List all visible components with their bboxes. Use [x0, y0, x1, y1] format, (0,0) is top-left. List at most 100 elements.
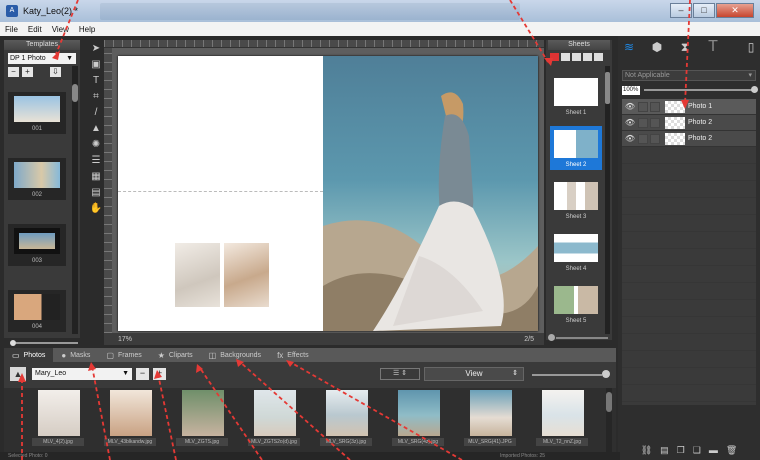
lock-box[interactable] [638, 101, 648, 112]
layer-row[interactable]: 👁 Photo 1 [622, 99, 756, 115]
crop-frame-tool-icon[interactable]: ▣ [88, 58, 104, 72]
stack-icon[interactable]: ❑ [693, 445, 701, 456]
layers-icon[interactable]: ≋ [622, 40, 636, 54]
zoom-level[interactable]: 17% [118, 336, 132, 343]
pen-tool-icon[interactable]: / [88, 106, 104, 120]
link-icon[interactable]: ⛓ [641, 445, 652, 456]
stamp-tool-icon[interactable]: ▲ [88, 122, 104, 136]
photo-thumb[interactable]: MLV_ZGTS2o(d).jpg [238, 390, 302, 446]
view-select[interactable]: View ⇕ [424, 367, 524, 381]
sheets-scrollbar[interactable] [605, 66, 610, 334]
cube-icon[interactable]: ⬢ [650, 40, 664, 54]
sheet-icon[interactable]: ▤ [660, 445, 669, 456]
sheet-item[interactable]: Sheet 4 [550, 230, 602, 274]
paste-sheet-icon[interactable] [583, 53, 592, 61]
sun-tool-icon[interactable]: ✺ [88, 138, 104, 152]
copy-icon[interactable]: ❐ [677, 445, 685, 456]
add-template-button[interactable]: + [22, 67, 33, 77]
photo-thumb[interactable]: MLV_SRG(41).JPG [454, 390, 518, 446]
duplicate-sheet-icon[interactable] [561, 53, 570, 61]
eye-icon[interactable]: 👁 [622, 118, 638, 127]
link-box[interactable] [650, 117, 660, 128]
template-item[interactable]: 003 [8, 224, 66, 266]
tab-label: Backgrounds [220, 351, 262, 359]
tab-cliparts[interactable]: ★ Cliparts [150, 348, 201, 362]
album-select[interactable]: Mary_Leo ▼ [32, 368, 132, 380]
photo-thumb[interactable]: MLV_ZGTS.jpg [166, 390, 230, 446]
layout-tool-icon[interactable]: ▤ [88, 186, 104, 200]
trash-icon[interactable]: 🗑 [726, 445, 737, 456]
eye-icon[interactable]: 👁 [622, 134, 638, 143]
menu-file[interactable]: File [0, 25, 23, 34]
tab-photos[interactable]: ▭ Photos [4, 348, 54, 362]
delete-sheet-icon[interactable] [594, 53, 603, 61]
menu-edit[interactable]: Edit [23, 25, 47, 34]
thumbnail-size-slider[interactable] [532, 374, 602, 376]
sheet-item-active[interactable]: Sheet 2 [550, 126, 602, 170]
template-size-slider[interactable] [6, 340, 80, 346]
select-tool-icon[interactable]: ➤ [88, 42, 104, 56]
minimize-button[interactable]: – [670, 3, 692, 18]
template-type-select[interactable]: DP 1 Photo ▼ [8, 53, 76, 64]
lock-box[interactable] [638, 117, 648, 128]
left-page[interactable] [118, 56, 323, 331]
add-photo-button[interactable]: + [153, 368, 166, 380]
remove-template-button[interactable]: − [8, 67, 19, 77]
maximize-button[interactable]: □ [693, 3, 715, 18]
image-icon[interactable]: ▲ [10, 367, 26, 381]
grid-tool-icon[interactable]: ▦ [88, 170, 104, 184]
link-box[interactable] [650, 101, 660, 112]
template-item[interactable]: 002 [8, 158, 66, 200]
tab-frames[interactable]: ▢ Frames [98, 348, 149, 362]
photo-thumb[interactable]: MLV_43blkandw.jpg [94, 390, 158, 446]
photo-strip-scrollbar[interactable] [606, 388, 612, 452]
remove-photo-button[interactable]: − [136, 368, 149, 380]
sheet-item[interactable]: Sheet 5 [550, 282, 602, 326]
slider-knob[interactable] [548, 334, 555, 341]
sheet-item[interactable]: Sheet 1 [550, 74, 602, 118]
new-sheet-icon[interactable] [550, 53, 559, 61]
adjust-icon[interactable]: ⧗ [678, 40, 692, 54]
small-photo-2[interactable] [224, 243, 269, 307]
layer-row[interactable]: 👁 Photo 2 [622, 131, 756, 147]
template-item[interactable]: 001 [8, 92, 66, 134]
spread-page[interactable] [118, 56, 538, 331]
slider-knob[interactable] [751, 86, 758, 93]
list-tool-icon[interactable]: ☰ [88, 154, 104, 168]
import-template-button[interactable]: ⇩ [50, 67, 61, 77]
templates-scrollbar[interactable] [72, 66, 78, 334]
tab-masks[interactable]: ● Masks [53, 348, 98, 362]
opacity-slider[interactable] [644, 86, 758, 93]
layer-row[interactable]: 👁 Photo 2 [622, 115, 756, 131]
slider-knob[interactable] [10, 340, 16, 346]
tab-backgrounds[interactable]: ◫ Backgrounds [201, 348, 269, 362]
sheet-size-slider[interactable] [546, 334, 612, 342]
tab-effects[interactable]: fx Effects [269, 348, 317, 362]
opacity-input[interactable]: 100% [622, 85, 640, 95]
text-tool-icon[interactable]: T [88, 74, 104, 88]
blend-mode-select[interactable]: Not Applicable ▾ [622, 70, 756, 81]
slider-knob[interactable] [602, 370, 610, 378]
lock-box[interactable] [638, 133, 648, 144]
crop-tool-icon[interactable]: ⌗ [88, 90, 104, 104]
hand-tool-icon[interactable]: ✋ [88, 202, 104, 216]
panel-icon[interactable]: ▯ [744, 40, 758, 54]
menu-view[interactable]: View [47, 25, 74, 34]
align-icon[interactable]: ▬ [709, 445, 718, 456]
photo-thumb[interactable]: MLV_SRG(4z).jpg [382, 390, 446, 446]
photo-thumb[interactable]: MLV_T2_nnZ.jpg [526, 390, 590, 446]
small-photo-1[interactable] [175, 243, 220, 307]
link-box[interactable] [650, 133, 660, 144]
text-icon[interactable]: T [706, 39, 720, 55]
page-indicator[interactable]: 2/5 [524, 336, 534, 343]
copy-sheet-icon[interactable] [572, 53, 581, 61]
sheet-item[interactable]: Sheet 3 [550, 178, 602, 222]
eye-icon[interactable]: 👁 [622, 102, 638, 111]
menu-help[interactable]: Help [74, 25, 100, 34]
template-item[interactable]: 004 [8, 290, 66, 332]
photo-thumb[interactable]: MLV_SRG(3z).jpg [310, 390, 374, 446]
photo-thumb[interactable]: MLV_4(2).jpg [22, 390, 86, 446]
sort-select[interactable]: ☰ ⇕ [380, 368, 420, 380]
main-photo[interactable] [323, 56, 538, 331]
close-button[interactable]: ✕ [716, 3, 754, 18]
